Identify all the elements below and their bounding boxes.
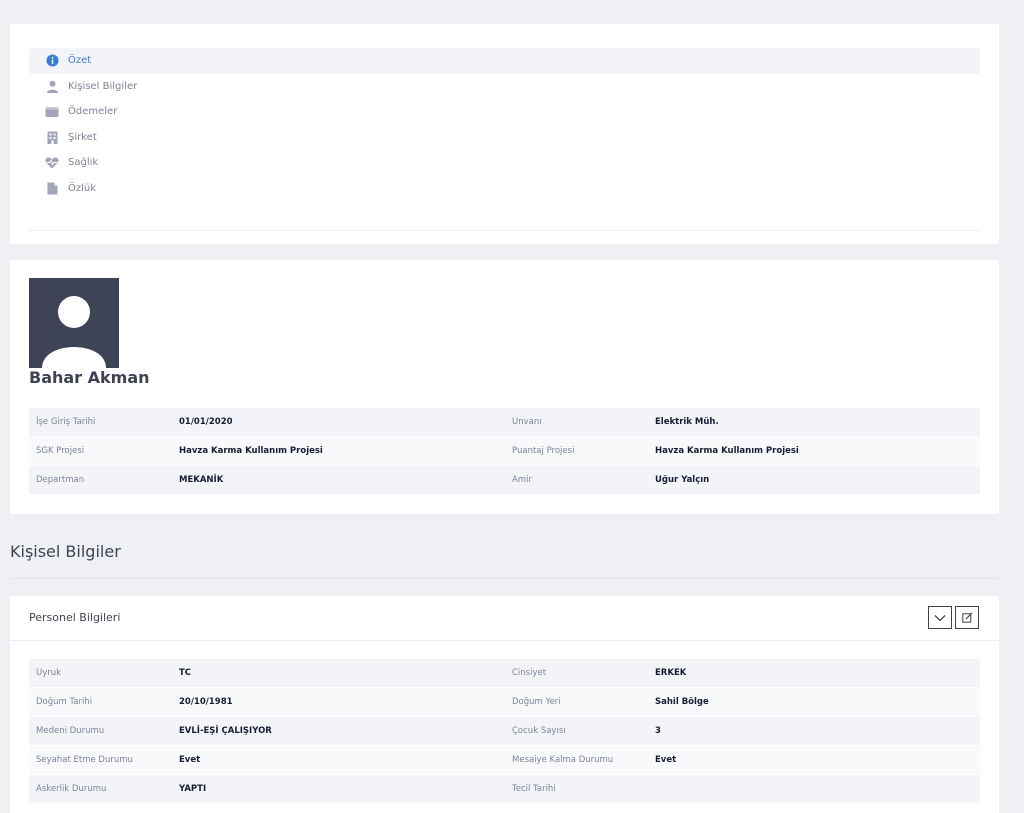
field-value: Sahil Bölge bbox=[655, 697, 709, 707]
nav-item-ozluk[interactable]: Özlük bbox=[29, 176, 980, 202]
table-row: Askerlik Durumu YAPTI Tecil Tarihi bbox=[29, 775, 980, 804]
field-label: Mesaiye Kalma Durumu bbox=[512, 755, 614, 765]
field-value: TC bbox=[179, 668, 192, 678]
avatar bbox=[29, 278, 119, 368]
field-value: EVLİ-EŞİ ÇALIŞIYOR bbox=[179, 726, 272, 736]
field-value: Uğur Yalçın bbox=[655, 475, 710, 485]
field-label: Medeni Durumu bbox=[36, 726, 105, 736]
navigation-card: Özet Kişisel Bilgiler Ödemeler Şirket Sa… bbox=[10, 24, 999, 244]
heartbeat-icon bbox=[45, 156, 59, 170]
table-row: İşe Giriş Tarihi 01/01/2020 Unvanı Elekt… bbox=[29, 408, 980, 437]
section-divider bbox=[10, 578, 999, 579]
collapse-button[interactable] bbox=[928, 606, 952, 629]
table-row: Seyahat Etme Durumu Evet Mesaiye Kalma D… bbox=[29, 746, 980, 775]
field-value: Evet bbox=[655, 755, 677, 765]
card-header: Personel Bilgileri bbox=[10, 596, 999, 641]
nav-item-odemeler[interactable]: Ödemeler bbox=[29, 99, 980, 125]
nav-item-label: Özlük bbox=[68, 182, 97, 194]
field-label: Departman bbox=[36, 475, 85, 485]
field-value: Havza Karma Kullanım Projesi bbox=[179, 446, 323, 456]
field-label: Doğum Yeri bbox=[512, 697, 561, 707]
table-row: Uyruk TC Cinsiyet ERKEK bbox=[29, 659, 980, 688]
field-value: Havza Karma Kullanım Projesi bbox=[655, 446, 799, 456]
nav-divider bbox=[29, 230, 980, 231]
nav-item-kisisel-bilgiler[interactable]: Kişisel Bilgiler bbox=[29, 74, 980, 100]
table-row: Medeni Durumu EVLİ-EŞİ ÇALIŞIYOR Çocuk S… bbox=[29, 717, 980, 746]
field-label: Amir bbox=[512, 475, 532, 485]
field-value: Evet bbox=[179, 755, 201, 765]
section-title: Kişisel Bilgiler bbox=[10, 542, 121, 561]
nav-menu: Özet Kişisel Bilgiler Ödemeler Şirket Sa… bbox=[29, 48, 980, 201]
building-icon bbox=[45, 130, 59, 144]
field-value: 3 bbox=[655, 726, 661, 736]
document-icon bbox=[45, 181, 59, 195]
user-icon bbox=[45, 79, 59, 93]
field-label: Askerlik Durumu bbox=[36, 784, 107, 794]
personel-info-table: Uyruk TC Cinsiyet ERKEK Doğum Tarihi 20/… bbox=[29, 659, 980, 804]
table-row: Doğum Tarihi 20/10/1981 Doğum Yeri Sahil… bbox=[29, 688, 980, 717]
wallet-icon bbox=[45, 105, 59, 119]
field-value: MEKANİK bbox=[179, 475, 224, 485]
field-label: Doğum Tarihi bbox=[36, 697, 93, 707]
field-value: ERKEK bbox=[655, 668, 687, 678]
profile-card: Bahar Akman İşe Giriş Tarihi 01/01/2020 … bbox=[10, 260, 999, 514]
nav-item-sirket[interactable]: Şirket bbox=[29, 125, 980, 151]
personel-card: Personel Bilgileri Uyruk TC Cinsiyet ERK… bbox=[10, 596, 999, 813]
field-value: 20/10/1981 bbox=[179, 697, 233, 707]
nav-item-ozet[interactable]: Özet bbox=[29, 48, 980, 74]
nav-item-label: Sağlık bbox=[68, 157, 99, 169]
profile-name: Bahar Akman bbox=[29, 368, 150, 387]
field-label: Çocuk Sayısı bbox=[512, 726, 566, 736]
field-label: Unvanı bbox=[512, 417, 542, 427]
edit-icon bbox=[961, 612, 972, 623]
nav-item-saglik[interactable]: Sağlık bbox=[29, 150, 980, 176]
field-label: Puantaj Projesi bbox=[512, 446, 575, 456]
nav-item-label: Ödemeler bbox=[68, 106, 118, 118]
nav-item-label: Kişisel Bilgiler bbox=[68, 80, 138, 92]
field-value: Elektrik Müh. bbox=[655, 417, 719, 427]
nav-item-label: Özet bbox=[68, 55, 92, 67]
table-row: SGK Projesi Havza Karma Kullanım Projesi… bbox=[29, 437, 980, 466]
field-label: Seyahat Etme Durumu bbox=[36, 755, 133, 765]
field-label: Cinsiyet bbox=[512, 668, 547, 678]
profile-info-table: İşe Giriş Tarihi 01/01/2020 Unvanı Elekt… bbox=[29, 408, 980, 495]
card-title: Personel Bilgileri bbox=[29, 611, 121, 624]
field-value: 01/01/2020 bbox=[179, 417, 233, 427]
field-label: Uyruk bbox=[36, 668, 62, 678]
chevron-down-icon bbox=[934, 614, 946, 621]
field-label: SGK Projesi bbox=[36, 446, 85, 456]
field-label: İşe Giriş Tarihi bbox=[36, 417, 96, 427]
table-row: Departman MEKANİK Amir Uğur Yalçın bbox=[29, 466, 980, 495]
edit-button[interactable] bbox=[955, 606, 979, 629]
avatar-placeholder-icon bbox=[42, 296, 106, 368]
field-label: Tecil Tarihi bbox=[512, 784, 556, 794]
field-value: YAPTI bbox=[179, 784, 207, 794]
nav-item-label: Şirket bbox=[68, 131, 97, 143]
info-icon bbox=[45, 54, 59, 68]
